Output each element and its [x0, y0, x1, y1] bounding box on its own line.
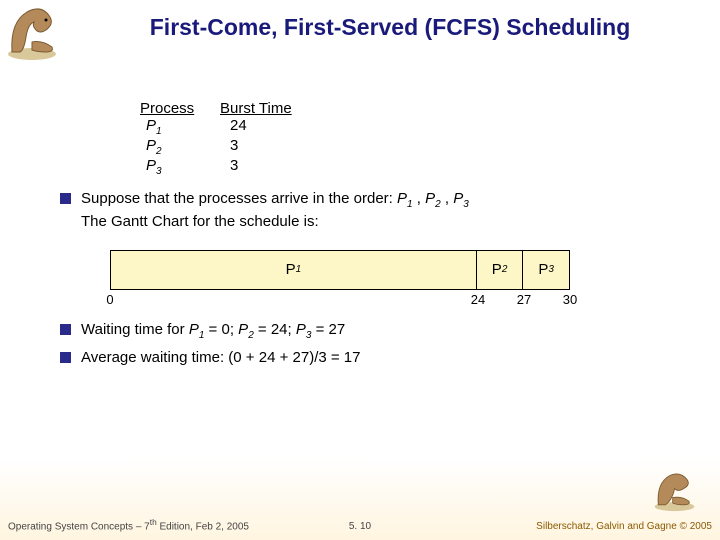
p-label: P [538, 261, 548, 278]
text: Waiting time for [81, 321, 189, 338]
tick-30: 30 [563, 292, 577, 307]
p-label: P [286, 261, 296, 278]
bullet-waiting: Waiting time for P1 = 0; P2 = 24; P3 = 2… [60, 320, 680, 343]
bullet-icon [60, 193, 71, 204]
burst-val: 24 [220, 117, 340, 137]
tick-24: 24 [471, 292, 485, 307]
slide-content: Process Burst Time P1 24 P2 3 P3 3 Suppo… [60, 100, 680, 375]
gantt-seg-p1: P1 [111, 251, 477, 289]
footer-page: 5. 10 [349, 521, 371, 532]
p-label: P [189, 321, 199, 338]
p-label: P [425, 190, 435, 207]
text: Suppose that the processes arrive in the… [81, 190, 397, 207]
p-sub: 2 [156, 146, 162, 157]
p-sub: 3 [156, 166, 162, 177]
footer-right: Silberschatz, Galvin and Gagne © 2005 [536, 521, 712, 532]
p-label: P [492, 261, 502, 278]
gantt-seg-p3: P3 [523, 251, 569, 289]
val: = 27 [311, 321, 345, 338]
footer-left: Operating System Concepts – 7th Edition,… [8, 517, 249, 532]
gantt-chart: P1 P2 P3 0 24 27 30 [110, 250, 570, 310]
table-row: P3 3 [140, 157, 680, 177]
p-sub: 2 [502, 264, 508, 275]
process-table: Process Burst Time P1 24 P2 3 P3 3 [140, 100, 680, 177]
sep: , [441, 190, 454, 207]
burst-val: 3 [220, 157, 340, 177]
table-row: P1 24 [140, 117, 680, 137]
val: = 0; [204, 321, 238, 338]
p-label: P [296, 321, 306, 338]
burst-val: 3 [220, 137, 340, 157]
p-label: P [397, 190, 407, 207]
bullet-suppose: Suppose that the processes arrive in the… [60, 189, 680, 232]
tick-27: 27 [517, 292, 531, 307]
gantt-seg-p2: P2 [477, 251, 524, 289]
p-label: P [146, 137, 156, 154]
sep: , [413, 190, 426, 207]
bullet-icon [60, 352, 71, 363]
tick-0: 0 [106, 292, 113, 307]
p-label: P [146, 117, 156, 134]
text: Average waiting time: (0 + 24 + 27)/3 = … [81, 348, 680, 368]
p-sub: 3 [548, 264, 554, 275]
col-process: Process [140, 100, 220, 117]
p-label: P [453, 190, 463, 207]
slide-title: First-Come, First-Served (FCFS) Scheduli… [80, 14, 700, 41]
p-label: P [146, 157, 156, 174]
p-sub: 1 [156, 126, 162, 137]
dinosaur-logo-bottom [647, 467, 702, 512]
val: = 24; [254, 321, 296, 338]
text: The Gantt Chart for the schedule is: [81, 213, 319, 230]
p-sub: 3 [463, 199, 469, 210]
bullet-average: Average waiting time: (0 + 24 + 27)/3 = … [60, 348, 680, 368]
col-burst: Burst Time [220, 100, 340, 117]
p-sub: 1 [296, 264, 302, 275]
bullet-icon [60, 324, 71, 335]
table-row: P2 3 [140, 137, 680, 157]
p-label: P [238, 321, 248, 338]
dinosaur-logo-top [2, 2, 62, 62]
